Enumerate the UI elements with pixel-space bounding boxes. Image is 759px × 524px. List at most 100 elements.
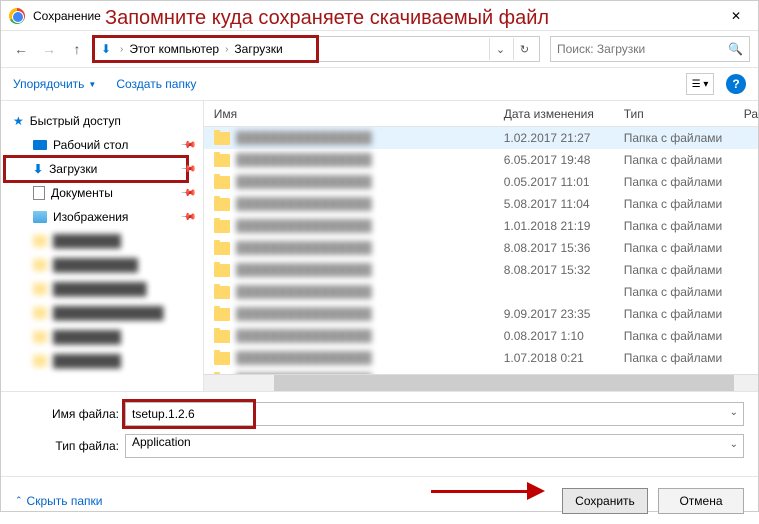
file-date: 8.08.2017 15:32 [504, 263, 624, 277]
file-name-blurred: ████████████████ [236, 131, 504, 145]
sidebar-quick-access[interactable]: ★ Быстрый доступ [1, 109, 203, 133]
organize-menu[interactable]: Упорядочить ▼ [13, 77, 96, 91]
sidebar: ★ Быстрый доступ Рабочий стол 📌 ⬇ Загруз… [1, 101, 204, 391]
breadcrumb-item[interactable]: Этот компьютер [129, 42, 219, 56]
folder-icon [214, 352, 230, 365]
save-button[interactable]: Сохранить [562, 488, 648, 514]
file-row[interactable]: ████████████████ 9.09.2017 23:35 Папка с… [204, 303, 758, 325]
file-type: Папка с файлами [624, 307, 744, 321]
document-icon [33, 186, 45, 200]
search-box[interactable]: 🔍 [550, 36, 750, 62]
chevron-right-icon: › [116, 44, 127, 55]
file-type: Папка с файлами [624, 329, 744, 343]
caret-down-icon: ▼ [88, 80, 96, 89]
file-type: Папка с файлами [624, 241, 744, 255]
file-type: Папка с файлами [624, 285, 744, 299]
chevron-right-icon: › [221, 44, 232, 55]
file-name-blurred: ████████████████ [236, 351, 504, 365]
file-name-blurred: ████████████████ [236, 153, 504, 167]
caret-down-icon[interactable]: ⌄ [730, 407, 738, 418]
horizontal-scrollbar[interactable] [204, 374, 758, 391]
download-icon: ⬇ [33, 162, 43, 176]
download-icon: ⬇ [98, 41, 114, 57]
arrow-annotation [431, 490, 531, 493]
file-name-blurred: ████████████████ [236, 219, 504, 233]
breadcrumb-dropdown[interactable]: ⌄ [489, 38, 511, 60]
folder-icon [214, 308, 230, 321]
filetype-select[interactable]: Application [125, 434, 744, 458]
hide-folders-link[interactable]: ⌃ Скрыть папки [15, 494, 102, 508]
file-row[interactable]: ████████████████ 8.08.2017 15:36 Папка с… [204, 237, 758, 259]
folder-icon [214, 132, 230, 145]
pin-icon: 📌 [180, 185, 197, 202]
view-options-button[interactable]: ☰ ▾ [686, 73, 714, 95]
folder-icon [214, 154, 230, 167]
refresh-button[interactable]: ↻ [513, 38, 535, 60]
pin-icon: 📌 [180, 137, 197, 154]
file-list[interactable]: ████████████████ 1.02.2017 21:27 Папка с… [204, 127, 758, 374]
sidebar-item-blurred[interactable]: █████████████ [1, 301, 203, 325]
sidebar-images[interactable]: Изображения 📌 [1, 205, 203, 229]
sidebar-item-blurred[interactable]: ██████████ [1, 253, 203, 277]
file-row[interactable]: ████████████████ 1.01.2018 21:19 Папка с… [204, 215, 758, 237]
sidebar-item-blurred[interactable]: ████████ [1, 229, 203, 253]
file-row[interactable]: ████████████████ 1.02.2017 21:27 Папка с… [204, 127, 758, 149]
sidebar-item-blurred[interactable]: ████████ [1, 325, 203, 349]
file-row[interactable]: ████████████████ 1.07.2018 0:21 Папка с … [204, 347, 758, 369]
file-date: 9.09.2017 23:35 [504, 307, 624, 321]
folder-icon [214, 242, 230, 255]
file-name-blurred: ████████████████ [236, 241, 504, 255]
file-date: 0.05.2017 11:01 [504, 175, 624, 189]
sidebar-downloads[interactable]: ⬇ Загрузки 📌 [1, 157, 203, 181]
search-icon[interactable]: 🔍 [728, 42, 743, 56]
search-input[interactable] [557, 42, 728, 56]
file-date: 1.01.2018 21:19 [504, 219, 624, 233]
file-name-blurred: ████████████████ [236, 329, 504, 343]
file-row[interactable]: ████████████████ 0.08.2017 1:10 Папка с … [204, 325, 758, 347]
file-row[interactable]: ████████████████ 5.08.2017 11:04 Папка с… [204, 193, 758, 215]
desktop-icon [33, 140, 47, 150]
filename-input[interactable] [125, 402, 744, 426]
column-size[interactable]: Ра [744, 107, 758, 121]
sidebar-item-blurred[interactable]: ████████ [1, 349, 203, 373]
sidebar-item-blurred[interactable]: ███████████ [1, 277, 203, 301]
file-row[interactable]: ████████████████ 0.05.2017 11:01 Папка с… [204, 171, 758, 193]
file-date: 8.08.2017 15:36 [504, 241, 624, 255]
file-type: Папка с файлами [624, 153, 744, 167]
file-type: Папка с файлами [624, 351, 744, 365]
breadcrumb[interactable]: ⬇ › Этот компьютер › Загрузки ⌄ ↻ [93, 36, 540, 62]
column-date[interactable]: Дата изменения [504, 107, 624, 121]
filetype-label: Тип файла: [15, 439, 125, 453]
file-row[interactable]: ████████████████ 8.08.2017 15:32 Папка с… [204, 259, 758, 281]
file-name-blurred: ████████████████ [236, 307, 504, 321]
close-button[interactable]: ✕ [722, 6, 750, 26]
file-type: Папка с файлами [624, 263, 744, 277]
sidebar-desktop[interactable]: Рабочий стол 📌 [1, 133, 203, 157]
file-date: 0.08.2017 1:10 [504, 329, 624, 343]
breadcrumb-item[interactable]: Загрузки [234, 42, 282, 56]
filename-label: Имя файла: [15, 407, 125, 421]
folder-icon [214, 286, 230, 299]
sidebar-documents[interactable]: Документы 📌 [1, 181, 203, 205]
file-type: Папка с файлами [624, 131, 744, 145]
chrome-icon [9, 8, 25, 24]
folder-icon [214, 198, 230, 211]
column-name[interactable]: Имя [214, 107, 504, 121]
up-button[interactable]: ↑ [65, 37, 89, 61]
forward-button[interactable]: → [37, 37, 61, 61]
scrollbar-thumb[interactable] [274, 375, 734, 391]
file-date: 1.07.2018 0:21 [504, 351, 624, 365]
file-name-blurred: ████████████████ [236, 285, 504, 299]
file-name-blurred: ████████████████ [236, 197, 504, 211]
file-row[interactable]: ████████████████ Папка с файлами [204, 281, 758, 303]
caret-down-icon[interactable]: ⌄ [730, 439, 738, 450]
new-folder-button[interactable]: Создать папку [116, 77, 196, 91]
file-date: 6.05.2017 19:48 [504, 153, 624, 167]
back-button[interactable]: ← [9, 37, 33, 61]
cancel-button[interactable]: Отмена [658, 488, 744, 514]
help-button[interactable]: ? [726, 74, 746, 94]
column-type[interactable]: Тип [624, 107, 744, 121]
caret-up-icon: ⌃ [15, 495, 23, 506]
file-name-blurred: ████████████████ [236, 175, 504, 189]
file-row[interactable]: ████████████████ 6.05.2017 19:48 Папка с… [204, 149, 758, 171]
